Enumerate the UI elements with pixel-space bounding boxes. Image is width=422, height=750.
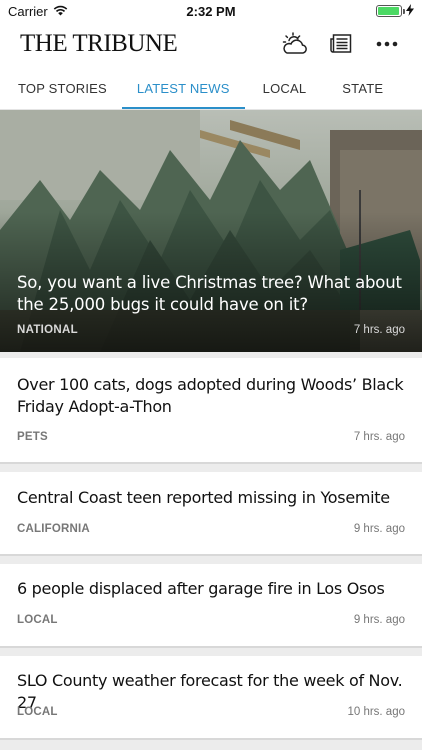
article-timestamp: 10 hrs. ago bbox=[347, 706, 405, 718]
battery-icon bbox=[376, 5, 405, 17]
tab-local[interactable]: LOCAL bbox=[245, 66, 325, 109]
article-card[interactable]: Over 100 cats, dogs adopted during Woods… bbox=[0, 358, 422, 464]
carrier-label: Carrier bbox=[8, 3, 48, 19]
hero-timestamp: 7 hrs. ago bbox=[353, 324, 405, 336]
weather-icon[interactable] bbox=[280, 29, 310, 59]
article-timestamp: 9 hrs. ago bbox=[353, 614, 405, 626]
hero-meta: NATIONAL 7 hrs. ago bbox=[17, 324, 405, 336]
article-meta: LOCAL 10 hrs. ago bbox=[17, 706, 405, 718]
article-timestamp: 7 hrs. ago bbox=[353, 431, 405, 443]
tab-top-stories[interactable]: TOP STORIES bbox=[0, 66, 120, 109]
app-header: THE TRIBUNE bbox=[0, 22, 422, 66]
article-section-label[interactable]: LOCAL bbox=[17, 706, 58, 718]
article-meta: LOCAL 9 hrs. ago bbox=[17, 614, 405, 626]
article-meta: PETS 7 hrs. ago bbox=[17, 431, 405, 443]
status-left: Carrier bbox=[8, 4, 68, 19]
section-tab-bar: TOP STORIES LATEST NEWS LOCAL STATE BUSI bbox=[0, 66, 422, 110]
more-icon[interactable] bbox=[372, 29, 402, 59]
status-right bbox=[376, 3, 414, 19]
e-edition-icon[interactable] bbox=[326, 29, 356, 59]
header-actions bbox=[280, 29, 402, 59]
article-section-label[interactable]: CALIFORNIA bbox=[17, 523, 90, 535]
hero-story[interactable]: So, you want a live Christmas tree? What… bbox=[0, 110, 422, 352]
article-headline[interactable]: Over 100 cats, dogs adopted during Woods… bbox=[17, 358, 405, 418]
wifi-icon bbox=[53, 4, 68, 19]
tab-business[interactable]: BUSI bbox=[408, 66, 422, 109]
article-meta: CALIFORNIA 9 hrs. ago bbox=[17, 523, 405, 535]
hero-headline[interactable]: So, you want a live Christmas tree? What… bbox=[17, 272, 402, 316]
tab-state[interactable]: STATE bbox=[324, 66, 408, 109]
article-section-label[interactable]: LOCAL bbox=[17, 614, 58, 626]
masthead-logo[interactable]: THE TRIBUNE bbox=[20, 30, 280, 58]
article-section-label[interactable]: PETS bbox=[17, 431, 48, 443]
article-headline[interactable]: 6 people displaced after garage fire in … bbox=[17, 564, 405, 600]
article-headline[interactable]: Central Coast teen reported missing in Y… bbox=[17, 472, 405, 509]
tab-latest-news[interactable]: LATEST NEWS bbox=[121, 66, 245, 109]
hero-section-label[interactable]: NATIONAL bbox=[17, 324, 78, 336]
status-bar: Carrier 2:32 PM bbox=[0, 0, 422, 22]
article-card[interactable]: Central Coast teen reported missing in Y… bbox=[0, 472, 422, 556]
article-card[interactable]: 6 people displaced after garage fire in … bbox=[0, 564, 422, 648]
article-card[interactable]: SLO County weather forecast for the week… bbox=[0, 656, 422, 740]
battery-fill bbox=[378, 7, 399, 15]
charging-icon bbox=[406, 3, 414, 19]
article-timestamp: 9 hrs. ago bbox=[353, 523, 405, 535]
